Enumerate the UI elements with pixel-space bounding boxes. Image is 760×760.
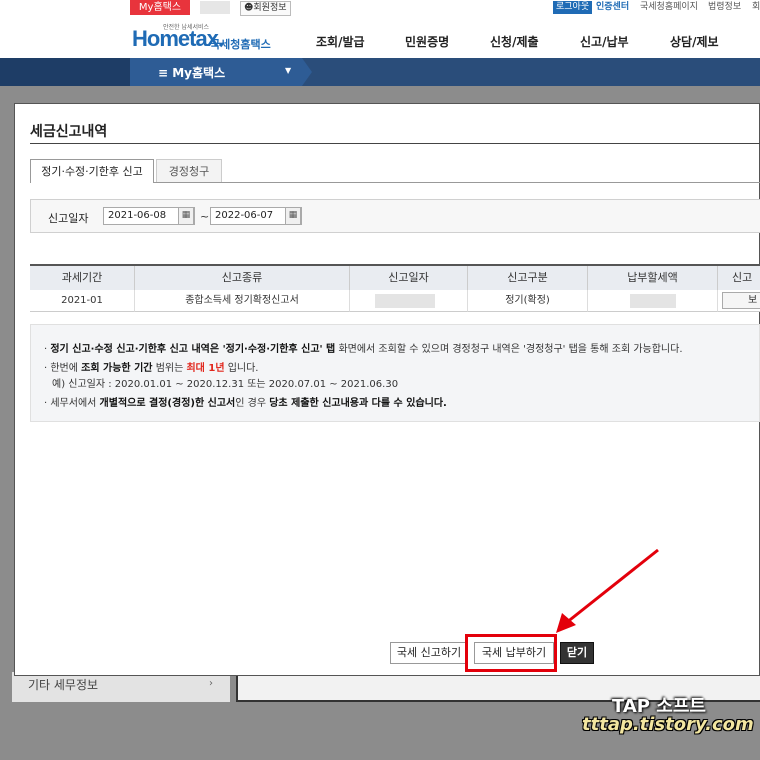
chevron-right-icon: › (209, 678, 213, 689)
nav-label: ≡ My홈택스 (158, 64, 225, 81)
notice-line-3: · 세무서에서 개별적으로 결정(경정)한 신고서인 경우 당초 제출한 신고내… (44, 398, 447, 409)
modal-title: 세금신고내역 (30, 124, 108, 140)
notice-line-2: · 한번에 조회 가능한 기간 범위는 최대 1년 입니다. (44, 363, 259, 374)
cell-period: 2021-01 (30, 290, 135, 312)
table-header-type: 신고종류 (135, 266, 350, 290)
nav-bar-left (0, 58, 130, 86)
site-header (0, 16, 760, 58)
user-icon: ☻ (244, 3, 254, 13)
file-national-tax-button[interactable]: 국세 신고하기 (390, 642, 468, 664)
table-header-form: 신고서 (718, 266, 760, 308)
notice-example: 예) 신고일자 : 2020.01.01 ~ 2020.12.31 또는 202… (52, 379, 399, 390)
tab-regular-filing[interactable]: 정기·수정·기한후 신고 (30, 159, 154, 183)
nts-homepage-link[interactable]: 국세청홈페이지 (640, 1, 698, 14)
tax-blurred (630, 294, 676, 308)
sidebar-item-other-tax-info: 기타 세무정보 (12, 672, 230, 702)
my-hometax-tab[interactable]: My홈택스 (130, 0, 190, 15)
table-header-tax: 납부할세액 (588, 266, 718, 290)
table-header-date: 신고일자 (350, 266, 468, 290)
menu-civil-cert[interactable]: 민원증명 (405, 33, 449, 50)
law-info-link[interactable]: 법령정보 (708, 1, 741, 14)
menu-application[interactable]: 신청/제출 (490, 33, 539, 50)
menu-consult[interactable]: 상담/제보 (670, 33, 719, 50)
date-blurred (375, 294, 435, 308)
logo-subtitle: 국세청홈택스 (210, 38, 271, 51)
cell-type: 종합소득세 정기확정신고서 (135, 290, 350, 312)
member-info-button[interactable]: ☻회원정보 (240, 1, 291, 16)
title-divider (30, 143, 760, 144)
logout-button[interactable]: 로그아웃 (553, 1, 593, 14)
user-name-blurred (200, 1, 230, 14)
calendar-icon[interactable]: ▦ (178, 207, 194, 225)
cell-category: 정기(확정) (468, 290, 588, 312)
nav-label-text: My홈택스 (172, 66, 226, 80)
close-button[interactable]: 닫기 (560, 642, 594, 664)
table-header-period: 과세기간 (30, 266, 135, 290)
tab-underline (154, 182, 760, 183)
date-range-separator: ~ (200, 210, 210, 223)
watermark-url: tttap.tistory.com (582, 714, 754, 735)
cert-center-link[interactable]: 인증센터 (596, 1, 629, 14)
notice-line-1: · 정기 신고·수정 신고·기한후 신고 내역은 '정기·수정·기한후 신고' … (44, 344, 683, 355)
table-header-category: 신고구분 (468, 266, 588, 290)
tab-correction-claim[interactable]: 경정청구 (156, 159, 222, 183)
chevron-down-icon[interactable]: ▼ (285, 66, 291, 75)
truncated-link[interactable]: 회 (752, 1, 760, 14)
member-info-label: 회원정보 (253, 3, 287, 13)
calendar-icon[interactable]: ▦ (285, 207, 301, 225)
menu-inquiry[interactable]: 조회/발급 (316, 33, 365, 50)
menu-filing-payment[interactable]: 신고/납부 (580, 33, 629, 50)
annotation-arrow-icon (556, 548, 659, 633)
view-form-button[interactable]: 보 (722, 292, 760, 309)
menu-icon: ≡ (158, 66, 173, 80)
filing-date-label: 신고일자 (48, 212, 89, 225)
